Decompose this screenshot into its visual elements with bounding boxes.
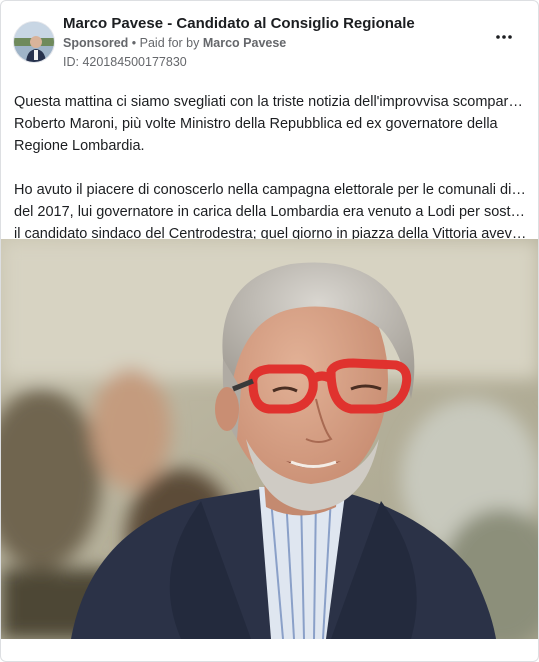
post-paragraph-2: Ho avuto il piacere di conoscerlo nella … (14, 179, 529, 245)
avatar-image (14, 22, 54, 62)
meta-separator: • (128, 36, 140, 50)
post-paragraph-1: Questa mattina ci siamo svegliati con la… (14, 91, 529, 157)
paid-for-label: Paid for by (139, 36, 203, 50)
paragraph-line: Roberto Maroni, più volte Ministro della… (14, 116, 498, 132)
more-horizontal-icon (496, 35, 512, 39)
photo-portrait (1, 239, 538, 639)
paragraph-line: del 2017, lui governatore in carica dell… (14, 204, 529, 220)
page-avatar[interactable] (13, 21, 55, 63)
sponsored-meta: Sponsored • Paid for by Marco Pavese (63, 36, 286, 50)
paragraph-line: Questa mattina ci siamo svegliati con la… (14, 94, 529, 110)
paid-for-name[interactable]: Marco Pavese (203, 36, 286, 50)
post-header: Marco Pavese - Candidato al Consiglio Re… (1, 1, 538, 81)
ad-id: ID: 420184500177830 (63, 55, 187, 69)
sponsored-label: Sponsored (63, 36, 129, 50)
post-photo[interactable] (1, 239, 538, 639)
page-name[interactable]: Marco Pavese - Candidato al Consiglio Re… (63, 15, 415, 32)
paragraph-line: Ho avuto il piacere di conoscerlo nella … (14, 182, 529, 198)
ad-post-card: Marco Pavese - Candidato al Consiglio Re… (0, 0, 539, 662)
paragraph-line: Regione Lombardia. (14, 138, 145, 154)
more-options-button[interactable] (492, 29, 516, 45)
